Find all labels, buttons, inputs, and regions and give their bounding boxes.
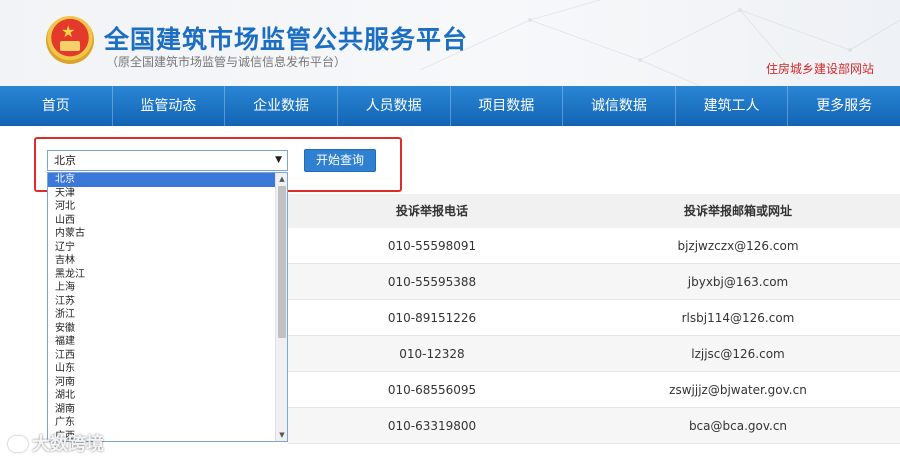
scrollbar-thumb[interactable] — [278, 186, 286, 338]
complaint-table-body: 010-55598091 bjzjwzczx@126.com 010-55595… — [288, 228, 900, 444]
table-header: 投诉举报电话 投诉举报邮箱或网址 — [288, 194, 900, 228]
table-row: 010-55595388 jbyxbj@163.com — [288, 264, 900, 300]
dropdown-option[interactable]: 江苏 — [48, 295, 287, 309]
dropdown-option[interactable]: 天津 — [48, 187, 287, 201]
gate-icon — [60, 41, 80, 51]
email-cell[interactable]: bjzjwzczx@126.com — [576, 228, 900, 264]
nav-item-personnel-data[interactable]: 人员数据 — [338, 86, 451, 126]
scroll-down-icon[interactable]: ▼ — [276, 429, 287, 441]
email-cell[interactable]: zswjjjz@bjwater.gov.cn — [576, 372, 900, 408]
province-select[interactable]: 北京 ▼ — [47, 150, 288, 171]
table-row: 010-12328 lzjjsc@126.com — [288, 336, 900, 372]
dropdown-option[interactable]: 辽宁 — [48, 241, 287, 255]
dropdown-option[interactable]: 广东 — [48, 416, 287, 430]
table-row: 010-55598091 bjzjwzczx@126.com — [288, 228, 900, 264]
table-row: 010-89151226 rlsbj114@126.com — [288, 300, 900, 336]
national-emblem-logo: ★ — [46, 16, 94, 64]
province-select-value: 北京 — [54, 154, 76, 167]
province-dropdown-list: 北京 天津 河北 山西 内蒙古 辽宁 吉林 黑龙江 上海 江苏 浙江 安徽 福建… — [47, 172, 288, 442]
phone-cell: 010-55595388 — [387, 275, 477, 289]
phone-cell: 010-55598091 — [387, 239, 477, 253]
nav-item-news[interactable]: 监管动态 — [113, 86, 226, 126]
nav-item-construction-workers[interactable]: 建筑工人 — [676, 86, 789, 126]
watermark-logo-icon — [8, 436, 28, 452]
dropdown-arrow-icon[interactable]: ▼ — [275, 151, 282, 170]
dropdown-option[interactable]: 湖北 — [48, 389, 287, 403]
nav-item-project-data[interactable]: 项目数据 — [451, 86, 564, 126]
scroll-up-icon[interactable]: ▲ — [276, 173, 287, 185]
phone-cell: 010-63319800 — [387, 419, 477, 433]
watermark: 大数跨境 — [8, 430, 104, 456]
email-cell[interactable]: bca@bca.gov.cn — [576, 408, 900, 444]
phone-cell: 010-12328 — [399, 347, 465, 361]
table-row: 010-63319800 bca@bca.gov.cn — [288, 408, 900, 444]
dropdown-option[interactable]: 河南 — [48, 376, 287, 390]
dropdown-option[interactable]: 山西 — [48, 214, 287, 228]
column-header-phone: 投诉举报电话 — [395, 204, 468, 218]
nav-item-credit-data[interactable]: 诚信数据 — [563, 86, 676, 126]
nav-item-more-services[interactable]: 更多服务 — [788, 86, 900, 126]
star-icon: ★ — [61, 22, 76, 41]
nav-item-enterprise-data[interactable]: 企业数据 — [225, 86, 338, 126]
column-header-email: 投诉举报邮箱或网址 — [683, 204, 792, 218]
table-row: 010-68556095 zswjjjz@bjwater.gov.cn — [288, 372, 900, 408]
phone-cell: 010-68556095 — [387, 383, 477, 397]
dropdown-option[interactable]: 福建 — [48, 335, 287, 349]
dropdown-option[interactable]: 吉林 — [48, 254, 287, 268]
site-header: ★ 全国建筑市场监管公共服务平台 （原全国建筑市场监管与诚信信息发布平台） 住房… — [0, 0, 900, 86]
email-cell[interactable]: jbyxbj@163.com — [576, 264, 900, 300]
phone-cell: 010-89151226 — [387, 311, 477, 325]
dropdown-option[interactable]: 江西 — [48, 349, 287, 363]
dropdown-option[interactable]: 内蒙古 — [48, 227, 287, 241]
dropdown-option[interactable]: 上海 — [48, 281, 287, 295]
dropdown-scrollbar[interactable]: ▲ ▼ — [275, 173, 287, 441]
site-title[interactable]: 全国建筑市场监管公共服务平台 — [104, 20, 468, 56]
ministry-website-link[interactable]: 住房城乡建设部网站 — [766, 60, 874, 77]
dropdown-option[interactable]: 浙江 — [48, 308, 287, 322]
main-nav: 首页 监管动态 企业数据 人员数据 项目数据 诚信数据 建筑工人 更多服务 — [0, 86, 900, 126]
nav-item-home[interactable]: 首页 — [0, 86, 113, 126]
dropdown-option[interactable]: 北京 — [48, 173, 287, 187]
watermark-text: 大数跨境 — [32, 434, 104, 455]
email-cell[interactable]: lzjjsc@126.com — [576, 336, 900, 372]
dropdown-option[interactable]: 黑龙江 — [48, 268, 287, 282]
dropdown-option[interactable]: 湖南 — [48, 403, 287, 417]
dropdown-option[interactable]: 河北 — [48, 200, 287, 214]
dropdown-option[interactable]: 山东 — [48, 362, 287, 376]
dropdown-option[interactable]: 安徽 — [48, 322, 287, 336]
start-query-button[interactable]: 开始查询 — [304, 149, 376, 172]
email-cell[interactable]: rlsbj114@126.com — [576, 300, 900, 336]
site-subtitle: （原全国建筑市场监管与诚信信息发布平台） — [106, 55, 347, 69]
